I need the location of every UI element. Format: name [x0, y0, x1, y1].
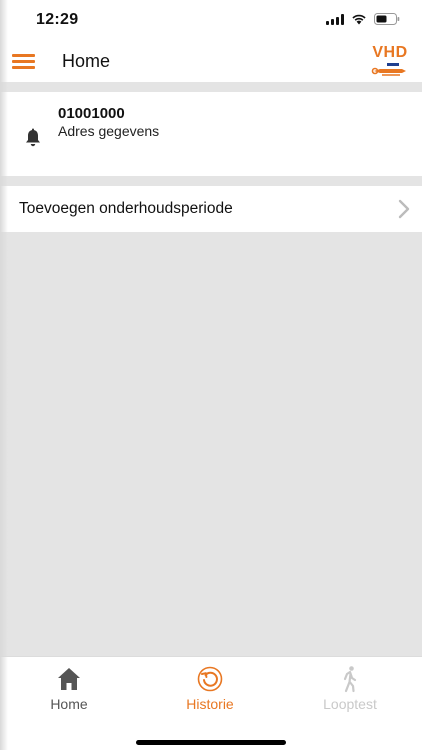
logo-mark: [371, 63, 406, 76]
status-icons: [326, 13, 400, 25]
vhd-logo: VHD: [366, 44, 414, 80]
tab-looptest-label: Looptest: [323, 696, 377, 712]
chevron-right-icon: [398, 199, 410, 219]
bottom-tab-bar: Home Historie Looptest: [0, 656, 422, 750]
bell-icon[interactable]: [24, 128, 42, 148]
status-bar: 12:29: [0, 0, 422, 40]
battery-icon: [374, 13, 400, 25]
address-details: Adres gegevens: [58, 123, 160, 139]
address-card[interactable]: 01001000 Adres gegevens: [0, 92, 422, 176]
status-time: 12:29: [36, 11, 79, 28]
hamburger-menu-icon[interactable]: [12, 51, 36, 71]
walk-icon: [343, 666, 357, 693]
signal-icon: [326, 13, 344, 25]
page-title: Home: [62, 51, 111, 71]
address-code: 01001000: [58, 105, 125, 122]
empty-content-area: [0, 232, 422, 656]
tab-historie[interactable]: Historie: [155, 665, 265, 717]
tab-looptest[interactable]: Looptest: [295, 665, 405, 717]
add-maintenance-period-label: Toevoegen onderhoudsperiode: [19, 200, 233, 217]
left-edge-shadow: [0, 0, 8, 750]
divider-band: [0, 82, 422, 92]
app-header: Home VHD: [0, 40, 422, 82]
divider-band: [0, 176, 422, 186]
history-icon: [197, 666, 223, 692]
wifi-icon: [352, 14, 366, 25]
tab-home[interactable]: Home: [14, 665, 124, 717]
tab-home-label: Home: [50, 696, 88, 712]
add-maintenance-period-row[interactable]: Toevoegen onderhoudsperiode: [0, 186, 422, 232]
home-icon: [58, 668, 80, 690]
home-indicator[interactable]: [136, 740, 286, 745]
tab-historie-label: Historie: [186, 696, 234, 712]
